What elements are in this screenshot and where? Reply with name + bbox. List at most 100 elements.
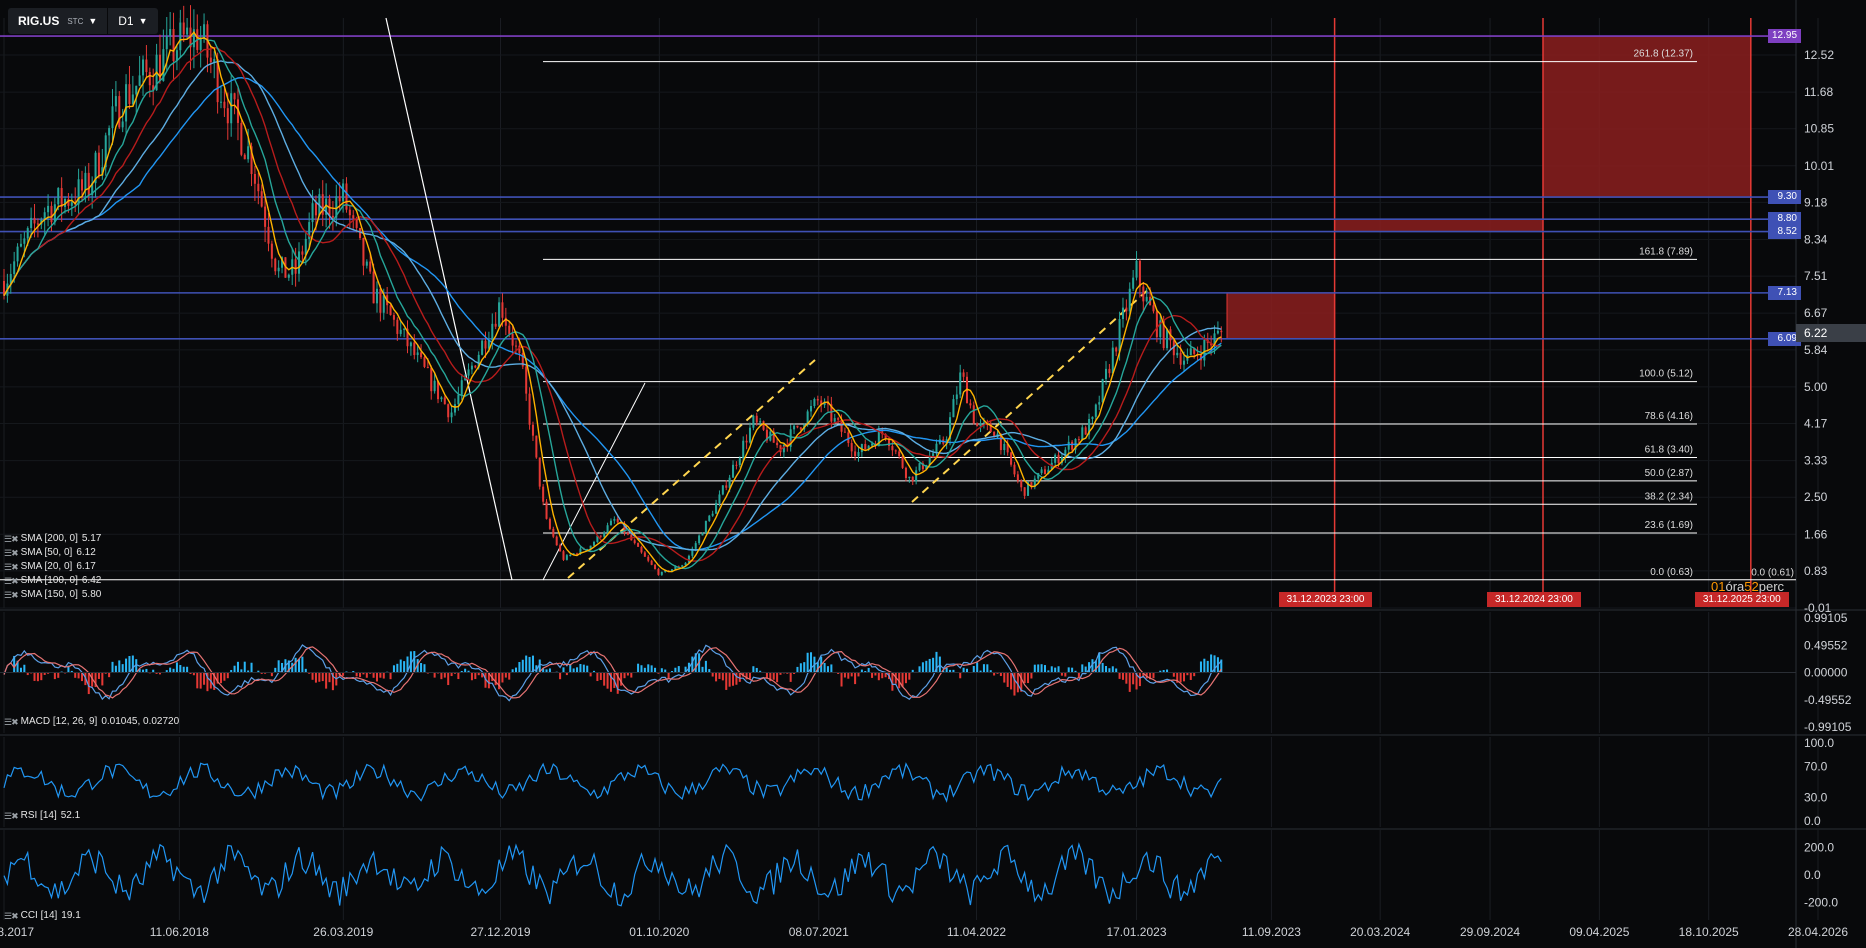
sma-legend-row[interactable]: ☰✖ SMA [150, 0] 5.80 <box>4 588 101 602</box>
candle-body <box>864 444 867 450</box>
candle-body <box>559 545 562 552</box>
candle-body <box>796 425 799 428</box>
chart-canvas[interactable]: 261.8 (12.37) 161.8 (7.89) 100.0 (5.12) 78.… <box>0 0 1866 948</box>
macd-histogram-bar <box>596 672 599 682</box>
macd-histogram-bar <box>1132 672 1135 685</box>
candle-body <box>447 404 450 418</box>
macd-histogram-bar <box>1010 672 1013 690</box>
sma-legend-row[interactable]: ☰✖ SMA [20, 0] 6.17 <box>4 560 101 574</box>
macd-histogram-bar <box>871 672 874 678</box>
macd-histogram-bar <box>718 672 721 679</box>
macd-histogram-bar <box>735 672 738 685</box>
macd-histogram-bar <box>654 667 657 673</box>
macd-histogram-bar <box>1054 667 1057 673</box>
candle-body <box>413 342 416 356</box>
sma-legend-row[interactable]: ☰✖ SMA [200, 0] 5.17 <box>4 532 101 546</box>
indicator-settings-icon[interactable]: ☰✖ <box>4 560 19 574</box>
macd-histogram-bar <box>1071 667 1074 673</box>
candle-body <box>538 457 541 487</box>
indicator-settings-icon[interactable]: ☰✖ <box>4 909 19 923</box>
symbol-selector[interactable]: RIG.US STC ▼ <box>8 8 107 34</box>
candle-body <box>1142 286 1145 302</box>
candle-body <box>901 456 904 468</box>
rsi-legend-row[interactable]: ☰✖ RSI [14] 52.1 <box>4 809 80 823</box>
candle-body <box>382 295 385 313</box>
macd-histogram-bar <box>1057 666 1060 673</box>
time-axis-label: 27.12.2019 <box>470 925 530 939</box>
candle-body <box>762 421 765 430</box>
macd-histogram-bar <box>443 672 446 678</box>
macd-histogram-bar <box>33 672 36 681</box>
macd-histogram-bar <box>586 665 589 673</box>
candle-body <box>1132 277 1135 289</box>
macd-histogram-bar <box>1189 672 1192 680</box>
sma-legend-row[interactable]: ☰✖ SMA [100, 0] 6.42 <box>4 574 101 588</box>
macd-histogram-bar <box>304 668 307 673</box>
macd-histogram-bar <box>1172 672 1175 677</box>
candle-body <box>969 403 972 406</box>
candle-body <box>1010 452 1013 465</box>
macd-histogram-bar <box>877 672 880 681</box>
macd-histogram-bar <box>311 672 314 680</box>
cci-legend-row[interactable]: ☰✖ CCI [14] 19.1 <box>4 909 81 923</box>
macd-histogram-bar <box>677 666 680 673</box>
indicator-settings-icon[interactable]: ☰✖ <box>4 532 19 546</box>
candle-body <box>643 552 646 557</box>
candle-body <box>1111 347 1114 374</box>
macd-histogram-bar <box>382 672 385 679</box>
candle-body <box>277 267 280 272</box>
macd-histogram-bar <box>579 664 582 673</box>
indicator-settings-icon[interactable]: ☰✖ <box>4 574 19 588</box>
candle-body <box>260 191 263 207</box>
support-trend-line <box>911 287 1151 503</box>
candle-body <box>1081 427 1084 441</box>
candle-body <box>379 288 382 313</box>
indicator-settings-icon[interactable]: ☰✖ <box>4 588 19 602</box>
candle-body <box>616 518 619 523</box>
macd-histogram-bar <box>74 672 77 678</box>
candle-body <box>131 94 134 105</box>
candle-body <box>935 443 938 454</box>
macd-histogram-bar <box>640 665 643 673</box>
macd-histogram-bar <box>867 667 870 673</box>
candle-body <box>725 485 728 488</box>
indicator-settings-icon[interactable]: ☰✖ <box>4 809 19 823</box>
sma-legend-row[interactable]: ☰✖ SMA [50, 0] 6.12 <box>4 546 101 560</box>
indicator-settings-icon[interactable]: ☰✖ <box>4 715 19 729</box>
candle-body <box>552 528 555 537</box>
macd-histogram-bar <box>637 663 640 673</box>
candle-body <box>369 261 372 272</box>
price-axis-label: 10.01 <box>1804 159 1834 173</box>
candle-body <box>843 431 846 433</box>
candle-body <box>423 357 426 367</box>
candle-body <box>430 367 433 392</box>
sma-value: 5.17 <box>81 533 102 544</box>
price-axis-label: 12.52 <box>1804 48 1834 62</box>
macd-histogram-bar <box>1199 661 1202 673</box>
macd-histogram-bar <box>830 664 833 673</box>
fib-level-label: 38.2 (2.34) <box>1645 491 1693 502</box>
cci-name: CCI [14] <box>20 910 58 921</box>
rsi-line <box>3 762 1222 803</box>
price-axis-label: 11.68 <box>1804 85 1833 99</box>
timeframe-selector[interactable]: D1 ▼ <box>108 8 157 34</box>
indicator-settings-icon[interactable]: ☰✖ <box>4 546 19 560</box>
macd-legend-row[interactable]: ☰✖ MACD [12, 26, 9] 0.01045, 0.02720 <box>4 715 179 729</box>
candle-body <box>443 397 446 405</box>
candle-body <box>420 352 423 358</box>
macd-histogram-bar <box>219 672 223 684</box>
macd-histogram-bar <box>172 668 175 673</box>
price-axis-label: 2.50 <box>1804 490 1828 504</box>
macd-histogram-bar <box>457 672 460 680</box>
sma-name: SMA [200, 0] <box>20 533 78 544</box>
candle-body <box>121 121 124 128</box>
macd-histogram-bar <box>1037 664 1040 673</box>
macd-histogram-bar <box>108 672 111 678</box>
candle-body <box>1108 368 1111 374</box>
candle-body <box>982 422 985 424</box>
candle-body <box>694 543 697 549</box>
candle-body <box>345 183 348 210</box>
candle-body <box>531 424 534 436</box>
macd-histogram-bar <box>708 669 711 673</box>
macd-histogram-bar <box>650 665 653 673</box>
